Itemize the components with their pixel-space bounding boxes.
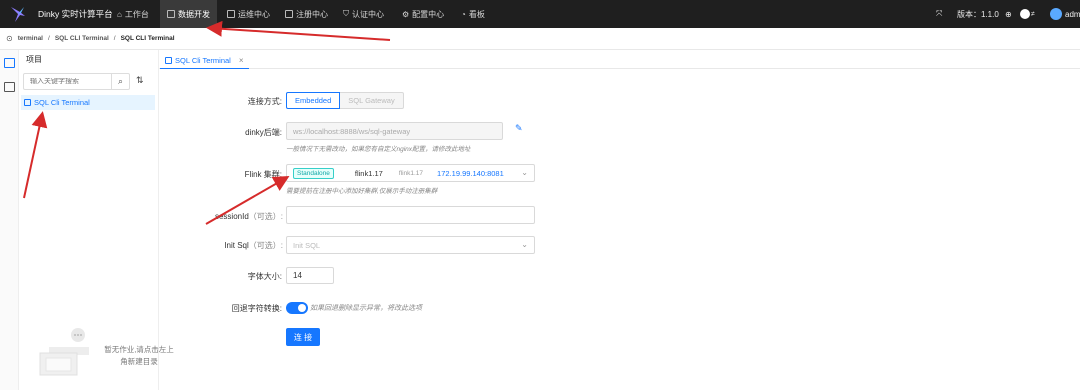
database-icon — [285, 10, 293, 18]
tree-item-sql-cli-terminal[interactable]: SQL Cli Terminal — [21, 95, 155, 110]
session-id-field[interactable] — [286, 206, 535, 224]
file-icon — [165, 56, 172, 64]
globe-icon[interactable]: ⊕ — [1005, 0, 1012, 28]
nav-dashboard[interactable]: ◔ 看板 — [454, 0, 492, 28]
breadcrumb-item[interactable]: SQL CLI Terminal — [55, 35, 109, 42]
left-icon-strip — [0, 50, 19, 390]
panel-title: 项目 — [26, 55, 42, 64]
monitor-icon — [227, 10, 235, 18]
nav-workbench[interactable]: ⌂ 工作台 — [110, 0, 156, 28]
nav-config-center[interactable]: ⚙ 配置中心 — [395, 0, 451, 28]
cluster-name: flink1.17 — [354, 168, 383, 178]
breadcrumb-current: SQL CLI Terminal — [120, 35, 175, 42]
nav-auth-center[interactable]: ⛉ 认证中心 — [336, 0, 391, 28]
user-avatar[interactable]: adm — [1050, 0, 1080, 28]
cluster-select[interactable]: Standalone flink1.17 flink1.17 172.19.99… — [286, 164, 535, 182]
chevron-down-icon: ⌄ — [521, 240, 528, 249]
version-label: 版本：1.1.0 — [957, 9, 999, 19]
breadcrumb: ⊙ terminal / SQL CLI Terminal / SQL CLI … — [0, 28, 1080, 50]
backspace-hint: 如果回退删除显示异常，将改此选项 — [310, 305, 422, 312]
shield-icon: ⛉ — [343, 9, 349, 18]
backspace-convert-label: 回退字符转换: — [231, 304, 282, 313]
font-size-input[interactable]: 14 — [286, 267, 334, 284]
font-size-label: 字体大小: — [247, 272, 282, 281]
dashboard-icon: ◔ — [461, 9, 466, 19]
init-sql-label: Init Sql（可选）: — [224, 241, 283, 250]
cluster-address: 172.19.99.140:8081 — [437, 168, 504, 178]
search-icon[interactable]: ⌕ — [111, 74, 129, 89]
sort-icon[interactable]: ⇅ — [136, 75, 144, 86]
mode-embedded-button[interactable]: Embedded — [286, 92, 341, 109]
mode-sql-gateway-button[interactable]: SQL Gateway — [340, 92, 404, 109]
edit-icon[interactable]: ✎ — [515, 123, 523, 134]
search-input[interactable] — [24, 78, 110, 85]
project-panel: 项目 ⌕ ⇅ SQL Cli Terminal 暂无作业,请点击左上角新建目录 — [19, 50, 174, 390]
home-icon: ⌂ — [117, 9, 122, 19]
backend-label: dinky后端: — [245, 128, 282, 137]
nav-data-development[interactable]: 数据开发 — [160, 0, 217, 28]
fullscreen-icon[interactable]: ⤧ — [936, 0, 942, 28]
file-icon — [24, 99, 31, 106]
connect-mode-segmented: Embedded SQL Gateway — [286, 92, 404, 109]
backend-hint: 一般情况下无需改动，如果您有自定义nginx配置，请修改此地址 — [286, 146, 471, 153]
user-name: adm — [1065, 9, 1080, 19]
close-icon[interactable]: × — [239, 56, 244, 65]
chevron-down-icon: ⌄ — [521, 168, 528, 177]
tab-sql-cli-terminal[interactable]: SQL Cli Terminal × — [160, 52, 249, 69]
connect-mode-label: 连接方式: — [247, 97, 282, 106]
cluster-label: Flink 集群: — [244, 170, 282, 179]
nav-ops-center[interactable]: 运维中心 — [220, 0, 277, 28]
theme-toggle[interactable]: ≠ — [1020, 0, 1035, 28]
terminal-icon[interactable] — [4, 58, 15, 68]
init-sql-select[interactable]: Init SQL ⌄ — [286, 236, 535, 254]
gear-icon: ⚙ — [402, 9, 410, 19]
catalog-icon[interactable] — [4, 82, 15, 92]
connect-button[interactable]: 连 接 — [286, 328, 320, 346]
code-icon — [167, 10, 175, 18]
app-title[interactable]: Dinky 实时计算平台 — [38, 8, 113, 20]
cluster-hint: 需要提前在注册中心添加好集群,仅展示手动注册集群 — [286, 188, 438, 195]
search-box: ⌕ — [23, 73, 130, 90]
nav-registry-center[interactable]: 注册中心 — [278, 0, 335, 28]
backspace-convert-toggle[interactable] — [286, 302, 308, 314]
session-id-label: sessionId（可选）: — [214, 212, 283, 221]
dinky-logo-icon — [11, 7, 25, 22]
top-navbar: Dinky 实时计算平台 ⌂ 工作台 数据开发 运维中心 注册中心 ⛉ 认证中心… — [0, 0, 1080, 28]
location-icon: ⊙ — [6, 34, 13, 43]
cluster-alias: flink1.17 — [398, 169, 424, 177]
backend-url-field[interactable]: ws://localhost:8888/ws/sql-gateway — [286, 122, 503, 140]
editor-tabbar: SQL Cli Terminal × — [159, 50, 1080, 69]
breadcrumb-item[interactable]: terminal — [18, 35, 43, 42]
cluster-type-badge: Standalone — [293, 167, 334, 179]
empty-message: 暂无作业,请点击左上角新建目录 — [104, 345, 174, 366]
empty-box-icon — [39, 328, 89, 376]
